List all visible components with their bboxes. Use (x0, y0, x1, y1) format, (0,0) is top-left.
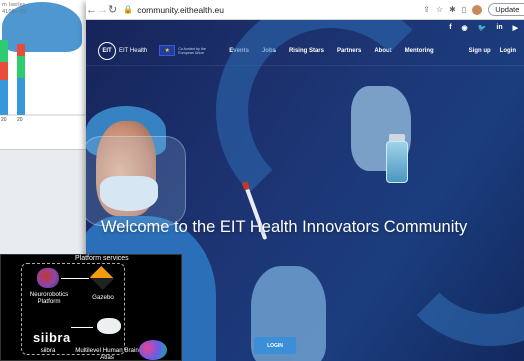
toolbar-actions: ⇪ ☆ ✱ ▯ Update ⋮ (423, 3, 524, 16)
brain-atlas-icon (97, 318, 121, 334)
bar-red-2 (17, 44, 25, 56)
bar-red-1 (0, 62, 8, 80)
hero-face-shield (86, 136, 186, 226)
tick-label-1: 20 (1, 117, 7, 123)
extensions-icon[interactable]: ✱ (449, 5, 456, 14)
bar-blue-1 (0, 80, 8, 115)
forward-icon[interactable]: → (97, 2, 108, 18)
neurorobotics-label: Neurorobotics Platform (29, 291, 69, 305)
gazebo-label: Gazebo (92, 294, 114, 301)
reload-icon[interactable]: ↻ (108, 2, 117, 18)
logo-word: EIT Health (119, 47, 148, 54)
bar-blue-2 (17, 78, 25, 115)
logo-mark: EIT (98, 41, 116, 60)
bar-green-2 (17, 56, 25, 78)
cloud-logo-icon (139, 340, 167, 360)
platform-services-diagram[interactable]: Platform services Neurorobotics Platform… (0, 254, 182, 361)
share-icon[interactable]: ⇪ (423, 5, 430, 14)
tick-label-2: 20 (17, 117, 23, 123)
url-text: community.eithealth.eu (137, 4, 224, 15)
eit-health-logo[interactable]: EIT EIT Health (98, 41, 148, 60)
bar-stack-2 (17, 44, 25, 115)
brain-atlas-label: Multilevel Human Brain Atlas (75, 347, 139, 361)
siibra-logo: siibra (33, 330, 71, 345)
browser-toolbar: ← → ↻ 🔒 community.eithealth.eu ⇪ ☆ ✱ ▯ U… (86, 0, 524, 20)
back-icon[interactable]: ← (86, 2, 97, 18)
siibra-label: siibra (40, 347, 56, 354)
bar-stack-1 (0, 40, 8, 115)
twitter-icon[interactable]: 🐦 (478, 24, 487, 32)
hero-vial (386, 141, 408, 183)
instagram-icon[interactable]: ◉ (462, 24, 468, 32)
desktop: m (series 4100—25 20 20 ← → ↻ 🔒 communit… (0, 0, 524, 361)
neurorobotics-brain-icon (37, 268, 59, 288)
login-link[interactable]: Login (500, 48, 516, 54)
diagram-arrow-2 (71, 327, 93, 328)
address-bar[interactable]: 🔒 community.eithealth.eu (123, 3, 423, 17)
sidebar-icon[interactable]: ▯ (462, 5, 466, 14)
facebook-icon[interactable]: f (449, 24, 451, 32)
update-label: Update (495, 5, 520, 14)
lock-icon: 🔒 (123, 5, 134, 14)
hero-title: Welcome to the EIT Health Innovators Com… (101, 218, 468, 236)
chart-bars (0, 40, 90, 116)
eu-flag-icon: ★ (159, 45, 176, 56)
eu-cofunded-badge: ★ Co-funded by the European Union (159, 45, 212, 56)
background-chart-window[interactable]: m (series 4100—25 20 20 (0, 0, 90, 150)
diagram-arrow-1 (61, 278, 89, 279)
bar-green-1 (0, 40, 8, 62)
update-button[interactable]: Update ⋮ (488, 3, 524, 16)
hero-login-button[interactable]: LOGIN (254, 337, 296, 354)
social-links: f ◉ 🐦 in ▶ (449, 24, 518, 32)
eu-text: Co-funded by the European Union (178, 46, 206, 55)
diagram-title: Platform services (75, 255, 129, 262)
linkedin-icon[interactable]: in (496, 24, 502, 32)
auth-links: Sign up Login (469, 48, 516, 54)
youtube-icon[interactable]: ▶ (513, 24, 518, 32)
signup-link[interactable]: Sign up (469, 48, 491, 54)
profile-icon[interactable] (472, 4, 483, 15)
star-icon[interactable]: ☆ (436, 5, 443, 14)
